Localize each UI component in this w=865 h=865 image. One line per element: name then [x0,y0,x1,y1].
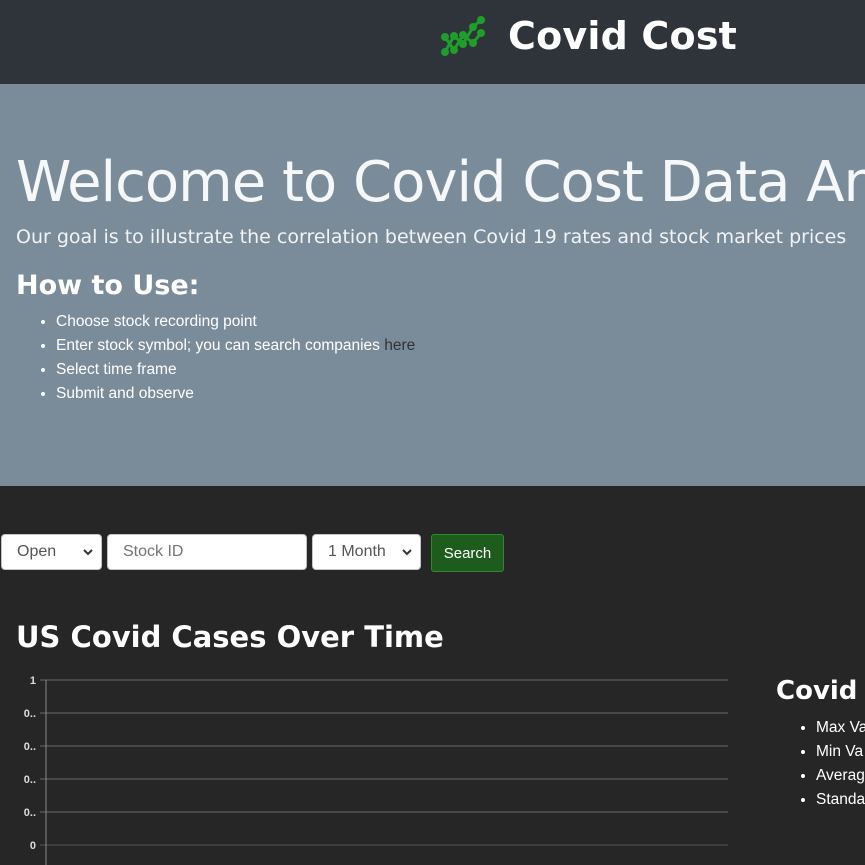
navbar: Covid Cost [0,0,865,84]
list-item: Choose stock recording point [56,310,415,334]
chart-title: US Covid Cases Over Time [16,620,444,654]
stock-id-placeholder: Stock ID [123,543,184,560]
hero-heading: Welcome to Covid Cost Data Analysis [16,150,865,215]
recording-point-select[interactable]: Open [1,534,102,570]
stock-id-input[interactable]: Stock ID [107,534,307,570]
hero-lead: Our goal is to illustrate the correlatio… [16,226,847,248]
y-tick-label: 0 [30,840,36,852]
cases-line-chart: 1 0.. 0.. 0.. 0.. 0 [24,675,728,865]
list-item: Submit and observe [56,382,415,406]
search-companies-link[interactable]: here [384,337,415,354]
y-tick-label: 0.. [24,807,36,819]
list-item: Select time frame [56,358,415,382]
how-to-use-list: Choose stock recording point Enter stock… [16,310,415,406]
brand-title: Covid Cost [508,14,737,58]
chart-line-icon [441,16,485,56]
brand-link[interactable]: Covid Cost [440,12,737,60]
stats-list: Max Va Min Va Averag Standa [776,716,865,812]
chevron-down-icon [402,549,412,556]
stat-item-average: Averag [816,764,865,788]
list-item-text: Enter stock symbol; you can search compa… [56,337,385,354]
y-tick-label: 0.. [24,774,36,786]
y-tick-label: 0.. [24,741,36,753]
stats-title: Covid C [776,676,865,706]
y-tick-label: 1 [30,675,36,687]
y-tick-label: 0.. [24,708,36,720]
search-button[interactable]: Search [431,534,504,572]
stat-item-stddev: Standa [816,788,865,812]
chevron-down-icon [83,549,93,556]
hero-jumbotron: Welcome to Covid Cost Data Analysis Our … [0,84,865,486]
time-frame-select[interactable]: 1 Month [312,534,421,570]
list-item: Enter stock symbol; you can search compa… [56,334,415,358]
time-frame-value: 1 Month [328,543,386,560]
stat-item-max: Max Va [816,716,865,740]
recording-point-value: Open [17,543,57,560]
how-to-use-heading: How to Use: [16,270,200,301]
stat-item-min: Min Va [816,740,865,764]
